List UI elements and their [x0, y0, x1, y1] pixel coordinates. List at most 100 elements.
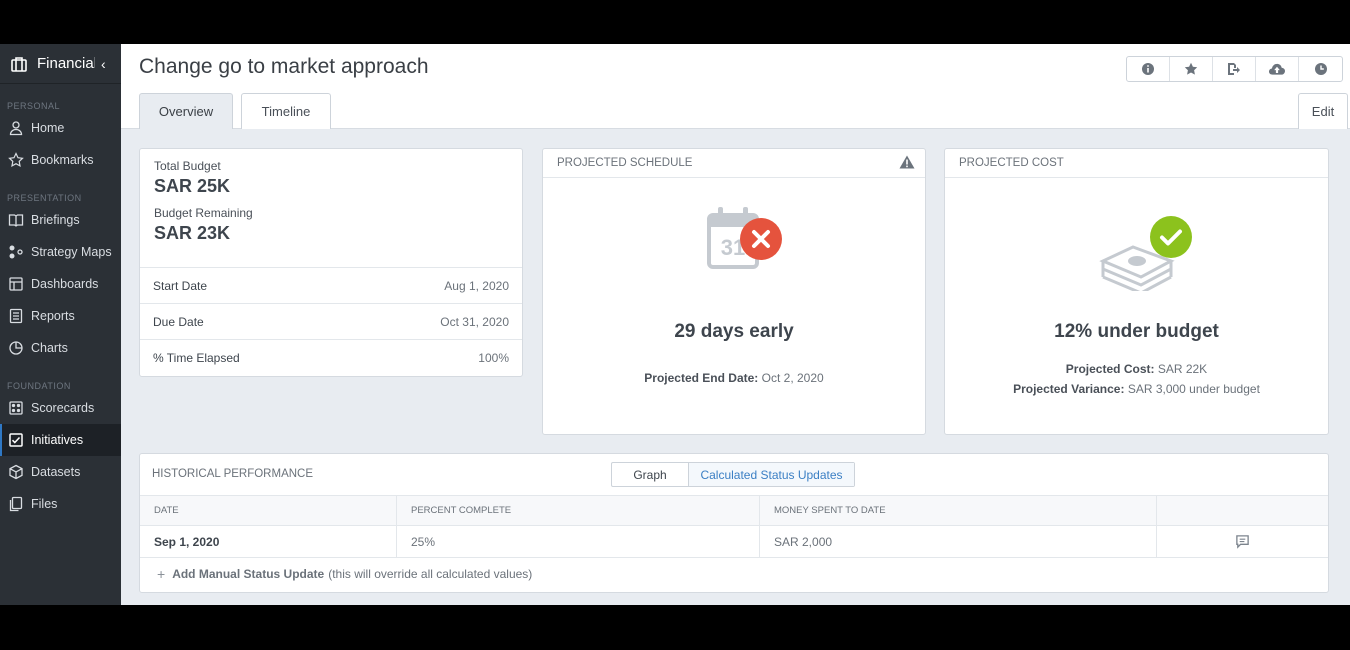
sidebar-item-bookmarks[interactable]: Bookmarks	[0, 144, 121, 176]
total-budget-label: Total Budget	[154, 159, 221, 173]
star-icon	[1184, 62, 1198, 75]
time-elapsed-value: 100%	[478, 351, 509, 365]
schedule-headline: 29 days early	[674, 321, 794, 342]
clock-icon	[1314, 63, 1327, 75]
export-icon	[1228, 63, 1240, 75]
column-header-money: MONEY SPENT TO DATE	[760, 496, 1157, 525]
card-title: PROJECTED COST	[959, 157, 1064, 169]
sidebar-item-reports[interactable]: Reports	[0, 300, 121, 332]
success-status-icon	[1150, 216, 1192, 258]
card-header: HISTORICAL PERFORMANCE Graph Calculated …	[140, 454, 1328, 496]
user-icon	[9, 121, 23, 136]
sidebar-item-label: Charts	[31, 341, 68, 355]
bookmark-button[interactable]	[1170, 57, 1213, 81]
end-date-label: Projected End Date:	[644, 371, 759, 385]
card-header: PROJECTED COST	[945, 149, 1328, 178]
budget-card: Total Budget SAR 25K Budget Remaining SA…	[139, 148, 523, 377]
end-date-value: Oct 2, 2020	[761, 371, 824, 385]
edit-button[interactable]: Edit	[1298, 93, 1348, 129]
sidebar-item-label: Home	[31, 121, 65, 135]
date-cell: Sep 1, 2020	[140, 526, 397, 557]
column-header-actions	[1157, 496, 1327, 525]
cloud-upload-icon	[1268, 63, 1285, 75]
section-personal: PERSONAL	[7, 101, 61, 111]
sidebar-item-label: Bookmarks	[31, 153, 94, 167]
historical-performance-card: HISTORICAL PERFORMANCE Graph Calculated …	[139, 453, 1329, 593]
report-icon	[9, 308, 23, 324]
projected-cost-card: PROJECTED COST 12% under budget Projecte…	[944, 148, 1329, 435]
card-title: HISTORICAL PERFORMANCE	[152, 468, 314, 480]
sidebar-item-briefings[interactable]: Briefings	[0, 204, 121, 236]
sidebar-item-initiatives[interactable]: Initiatives	[0, 424, 121, 456]
total-budget-value: SAR 25K	[154, 176, 231, 196]
start-date-row: Start Date Aug 1, 2020	[140, 268, 522, 304]
projected-variance-label: Projected Variance:	[1013, 382, 1125, 396]
projected-schedule-card: PROJECTED SCHEDULE 31 29 days early Proj…	[542, 148, 926, 435]
table-row: Sep 1, 2020 25% SAR 2,000	[140, 526, 1328, 558]
sidebar-item-label: Reports	[31, 309, 75, 323]
start-date-value: Aug 1, 2020	[444, 278, 509, 293]
sidebar: Financial ‹ PERSONAL Home Bookmarks PRES…	[0, 44, 121, 605]
time-elapsed-label: % Time Elapsed	[153, 351, 240, 365]
sidebar-item-files[interactable]: Files	[0, 488, 121, 520]
book-icon	[8, 214, 24, 227]
add-status-label: Add Manual Status Update	[172, 567, 325, 581]
start-date-label: Start Date	[153, 278, 208, 293]
comment-icon[interactable]	[1235, 534, 1250, 549]
projected-cost-line: Projected Cost: SAR 22K	[945, 362, 1328, 376]
sidebar-item-scorecards[interactable]: Scorecards	[0, 392, 121, 424]
sidebar-item-label: Initiatives	[31, 433, 84, 447]
info-button[interactable]	[1127, 57, 1170, 81]
history-button[interactable]	[1299, 57, 1342, 81]
cost-headline: 12% under budget	[1054, 321, 1219, 342]
projected-variance-value: SAR 3,000 under budget	[1127, 382, 1260, 396]
projected-end-date: Projected End Date: Oct 2, 2020	[543, 371, 925, 385]
collapse-sidebar-button[interactable]: ‹	[101, 56, 106, 72]
briefcase-icon	[11, 56, 27, 72]
dashboard-icon	[9, 277, 23, 291]
projected-variance-line: Projected Variance: SAR 3,000 under budg…	[945, 382, 1328, 396]
export-button[interactable]	[1213, 57, 1256, 81]
tab-timeline[interactable]: Timeline	[241, 93, 331, 129]
tab-overview[interactable]: Overview	[139, 93, 233, 129]
sidebar-header: Financial ‹	[0, 44, 121, 84]
toolbar	[1126, 56, 1343, 82]
add-manual-status-update[interactable]: + Add Manual Status Update (this will ov…	[140, 558, 1328, 590]
percent-cell: 25%	[397, 526, 760, 557]
budget-remaining-label: Budget Remaining	[154, 206, 253, 220]
column-header-date: DATE	[140, 496, 397, 525]
budget-remaining-value: SAR 23K	[154, 223, 231, 243]
budget-summary: Total Budget SAR 25K Budget Remaining SA…	[140, 149, 522, 268]
due-date-value: Oct 31, 2020	[440, 314, 509, 329]
sidebar-item-dashboards[interactable]: Dashboards	[0, 268, 121, 300]
files-icon	[9, 496, 23, 512]
column-header-percent: PERCENT COMPLETE	[397, 496, 760, 525]
graph-toggle-button[interactable]: Graph	[612, 463, 689, 486]
due-date-label: Due Date	[153, 314, 204, 329]
sidebar-item-strategy-maps[interactable]: Strategy Maps	[0, 236, 121, 268]
table-header: DATE PERCENT COMPLETE MONEY SPENT TO DAT…	[140, 496, 1328, 526]
warning-icon[interactable]	[899, 155, 915, 169]
projected-cost-value: SAR 22K	[1157, 362, 1208, 376]
add-status-note: (this will override all calculated value…	[328, 567, 533, 581]
sidebar-item-home[interactable]: Home	[0, 112, 121, 144]
strategy-map-icon	[9, 245, 23, 259]
sidebar-item-label: Strategy Maps	[31, 245, 112, 259]
cloud-upload-button[interactable]	[1256, 57, 1299, 81]
sidebar-item-datasets[interactable]: Datasets	[0, 456, 121, 488]
section-presentation: PRESENTATION	[7, 193, 82, 203]
app-title: Financial	[37, 55, 95, 72]
calculated-status-toggle-button[interactable]: Calculated Status Updates	[689, 463, 854, 486]
cube-icon	[9, 464, 23, 480]
sidebar-item-label: Scorecards	[31, 401, 95, 415]
checkbox-icon	[9, 433, 23, 447]
comment-cell	[1157, 526, 1327, 557]
projected-cost-label: Projected Cost:	[1065, 362, 1155, 376]
sidebar-item-label: Dashboards	[31, 277, 99, 291]
sidebar-item-label: Briefings	[31, 213, 80, 227]
sidebar-item-charts[interactable]: Charts	[0, 332, 121, 364]
card-title: PROJECTED SCHEDULE	[557, 157, 693, 169]
error-status-icon	[740, 218, 782, 260]
star-icon	[8, 152, 24, 168]
pie-chart-icon	[9, 341, 23, 355]
